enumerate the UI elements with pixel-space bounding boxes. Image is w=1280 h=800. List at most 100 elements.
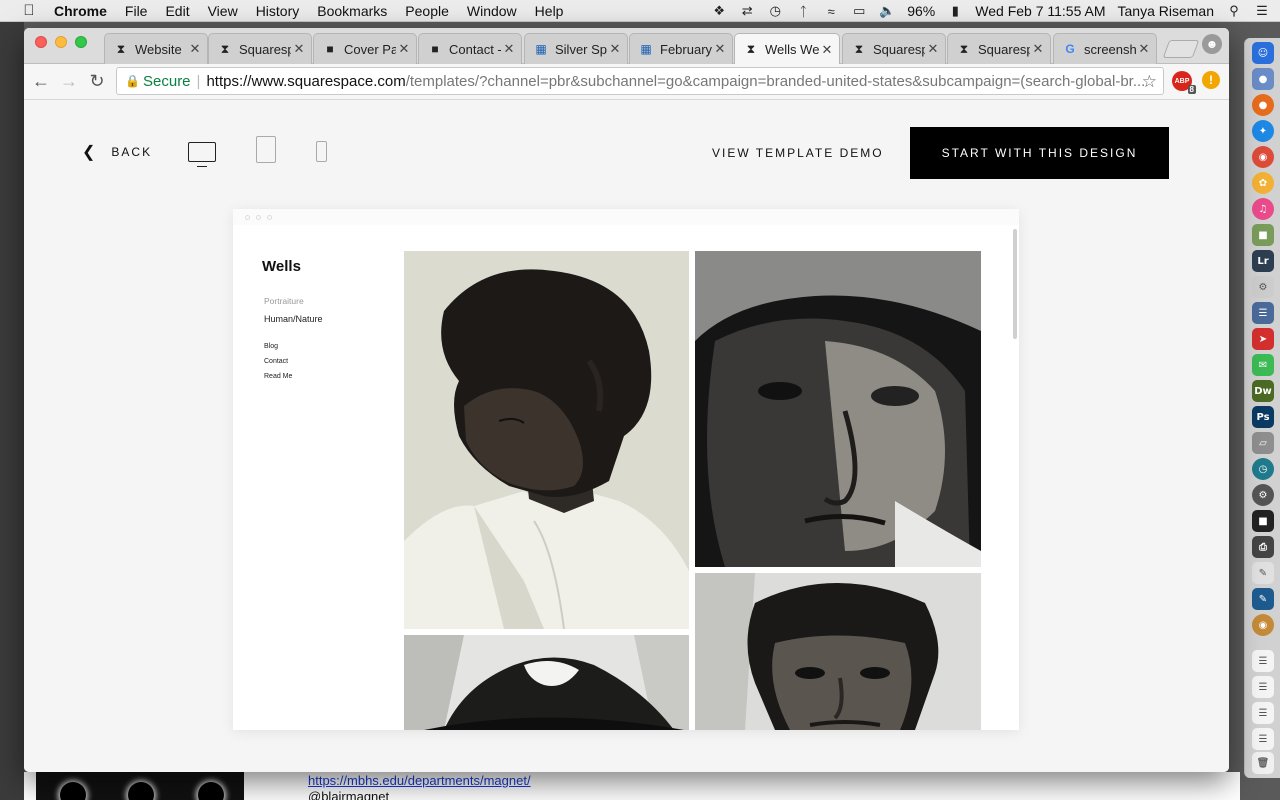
tab-february[interactable]: ▦ February ✕ — [629, 33, 733, 64]
view-template-demo-link[interactable]: VIEW TEMPLATE DEMO — [712, 146, 884, 160]
menu-view[interactable]: View — [208, 3, 238, 19]
nav-human-nature[interactable]: Human/Nature — [264, 314, 323, 324]
itunes-icon[interactable]: ♫ — [1252, 198, 1274, 220]
photoshop-icon[interactable]: Ps — [1252, 406, 1274, 428]
menu-help[interactable]: Help — [535, 3, 564, 19]
address-bar[interactable]: 🔒 Secure | https://www.squarespace.com /… — [116, 67, 1164, 95]
tab-silver-spring[interactable]: ▦ Silver Sp ✕ — [524, 33, 628, 64]
volume-icon[interactable]: 🔈 — [879, 3, 895, 19]
sync-icon[interactable]: ⇄ — [739, 3, 755, 19]
close-tab-icon[interactable]: ✕ — [291, 41, 307, 57]
bookmark-star-icon[interactable]: ☆ — [1142, 72, 1157, 92]
kindle-icon[interactable]: ✎ — [1252, 588, 1274, 610]
dreamweaver-icon[interactable]: Dw — [1252, 380, 1274, 402]
finder-icon[interactable]: ☺ — [1252, 42, 1274, 64]
clock[interactable]: Wed Feb 7 11:55 AM — [975, 3, 1105, 19]
phone-view-icon[interactable] — [316, 141, 327, 162]
back-button[interactable]: ❮ BACK — [82, 142, 152, 162]
textedit-icon[interactable]: ✎ — [1252, 562, 1274, 584]
trash-icon[interactable]: 🗑 — [1252, 752, 1274, 774]
close-tab-icon[interactable]: ✕ — [1136, 41, 1152, 57]
safari-icon[interactable]: ✦ — [1252, 120, 1274, 142]
menu-file[interactable]: File — [125, 3, 148, 19]
photos-icon[interactable]: ✿ — [1252, 172, 1274, 194]
close-tab-icon[interactable]: ✕ — [712, 41, 728, 57]
new-tab-button[interactable] — [1162, 40, 1200, 58]
forward-arrow-icon[interactable]: → — [58, 70, 80, 92]
tab-squarespace-2[interactable]: ⧗ Squaresp ✕ — [842, 33, 946, 64]
airplay-icon[interactable]: ▭ — [851, 3, 867, 19]
library-icon[interactable]: ☰ — [1252, 302, 1274, 324]
site-title[interactable]: Wells — [262, 258, 301, 275]
automator-icon[interactable]: ⚙ — [1252, 276, 1274, 298]
adblock-extension-icon[interactable]: ABP 8 — [1172, 71, 1196, 94]
close-tab-icon[interactable]: ✕ — [501, 41, 517, 57]
zoom-window-button[interactable] — [75, 36, 87, 48]
menu-edit[interactable]: Edit — [165, 3, 189, 19]
menu-history[interactable]: History — [256, 3, 300, 19]
bluetooth-icon[interactable]: ᛏ — [795, 4, 811, 19]
minimize-window-button[interactable] — [55, 36, 67, 48]
system-preferences-icon[interactable]: ⚙ — [1252, 484, 1274, 506]
background-link[interactable]: https://mbhs.edu/departments/magnet/ — [308, 773, 531, 788]
alert-extension-icon[interactable]: ! — [1202, 71, 1220, 89]
tablet-view-icon[interactable] — [256, 136, 276, 163]
close-tab-icon[interactable]: ✕ — [819, 42, 835, 58]
portrait-photo[interactable] — [404, 251, 689, 629]
document-icon[interactable]: ☰ — [1252, 676, 1274, 698]
menu-window[interactable]: Window — [467, 3, 517, 19]
notification-center-icon[interactable]: ☰ — [1254, 3, 1270, 19]
desktop-view-icon[interactable] — [188, 142, 216, 167]
tab-screenshot[interactable]: G screensh ✕ — [1053, 33, 1157, 64]
app-icon[interactable]: ◉ — [1252, 614, 1274, 636]
battery-percent[interactable]: 96% — [907, 3, 935, 19]
preview-icon[interactable]: ■ — [1252, 224, 1274, 246]
printer-icon[interactable]: ⎙ — [1252, 536, 1274, 558]
nav-portraiture[interactable]: Portraiture — [264, 296, 304, 306]
messages-icon[interactable]: ✉ — [1252, 354, 1274, 376]
tab-wells-active[interactable]: ⧗ Wells We ✕ — [734, 33, 840, 65]
back-arrow-icon[interactable]: ← — [30, 70, 52, 92]
portrait-photo[interactable] — [695, 251, 981, 567]
document-icon[interactable]: ☰ — [1252, 702, 1274, 724]
spotlight-search-icon[interactable]: ⚲ — [1226, 3, 1242, 19]
tab-squarespace-3[interactable]: ⧗ Squaresp ✕ — [947, 33, 1051, 64]
menu-bookmarks[interactable]: Bookmarks — [317, 3, 387, 19]
portrait-photo[interactable] — [695, 573, 981, 730]
nav-contact[interactable]: Contact — [264, 358, 288, 365]
nav-read-me[interactable]: Read Me — [264, 373, 292, 380]
menu-app-name[interactable]: Chrome — [54, 3, 107, 19]
close-tab-icon[interactable]: ✕ — [607, 41, 623, 57]
profile-icon[interactable]: ☻ — [1202, 34, 1222, 54]
template-preview-frame[interactable]: Wells Portraiture Human/Nature Blog Cont… — [233, 209, 1019, 730]
utility-icon[interactable]: ▱ — [1252, 432, 1274, 454]
close-window-button[interactable] — [35, 36, 47, 48]
time-machine-dock-icon[interactable]: ◷ — [1252, 458, 1274, 480]
reload-icon[interactable]: ↻ — [86, 70, 108, 92]
nav-blog[interactable]: Blog — [264, 343, 278, 350]
lightroom-icon[interactable]: Lr — [1252, 250, 1274, 272]
close-tab-icon[interactable]: ✕ — [396, 41, 412, 57]
document-icon[interactable]: ☰ — [1252, 728, 1274, 750]
user-name[interactable]: Tanya Riseman — [1118, 3, 1215, 19]
firefox-icon[interactable]: ● — [1252, 94, 1274, 116]
wifi-icon[interactable]: ≈ — [823, 4, 839, 19]
close-tab-icon[interactable]: ✕ — [925, 41, 941, 57]
tab-cover-page[interactable]: ■ Cover Pa ✕ — [313, 33, 417, 64]
start-with-this-design-button[interactable]: START WITH THIS DESIGN — [910, 127, 1169, 179]
close-tab-icon[interactable]: ✕ — [1030, 41, 1046, 57]
launchpad-icon[interactable]: ● — [1252, 68, 1274, 90]
close-tab-icon[interactable]: ✕ — [187, 41, 203, 57]
tab-website[interactable]: ⧗ Website ✕ — [104, 33, 208, 64]
dropbox-icon[interactable]: ❖ — [711, 3, 727, 19]
menu-people[interactable]: People — [405, 3, 449, 19]
apple-menu-icon[interactable]:  — [20, 2, 38, 19]
battery-icon[interactable]: ▮ — [947, 3, 963, 19]
document-icon[interactable]: ☰ — [1252, 650, 1274, 672]
tab-squarespace-1[interactable]: ⧗ Squaresp ✕ — [208, 33, 312, 64]
tab-contact[interactable]: ■ Contact - ✕ — [418, 33, 522, 64]
hat-photo[interactable] — [404, 635, 689, 730]
acrobat-icon[interactable]: ➤ — [1252, 328, 1274, 350]
time-machine-icon[interactable]: ◷ — [767, 3, 783, 19]
chrome-icon[interactable]: ◉ — [1252, 146, 1274, 168]
